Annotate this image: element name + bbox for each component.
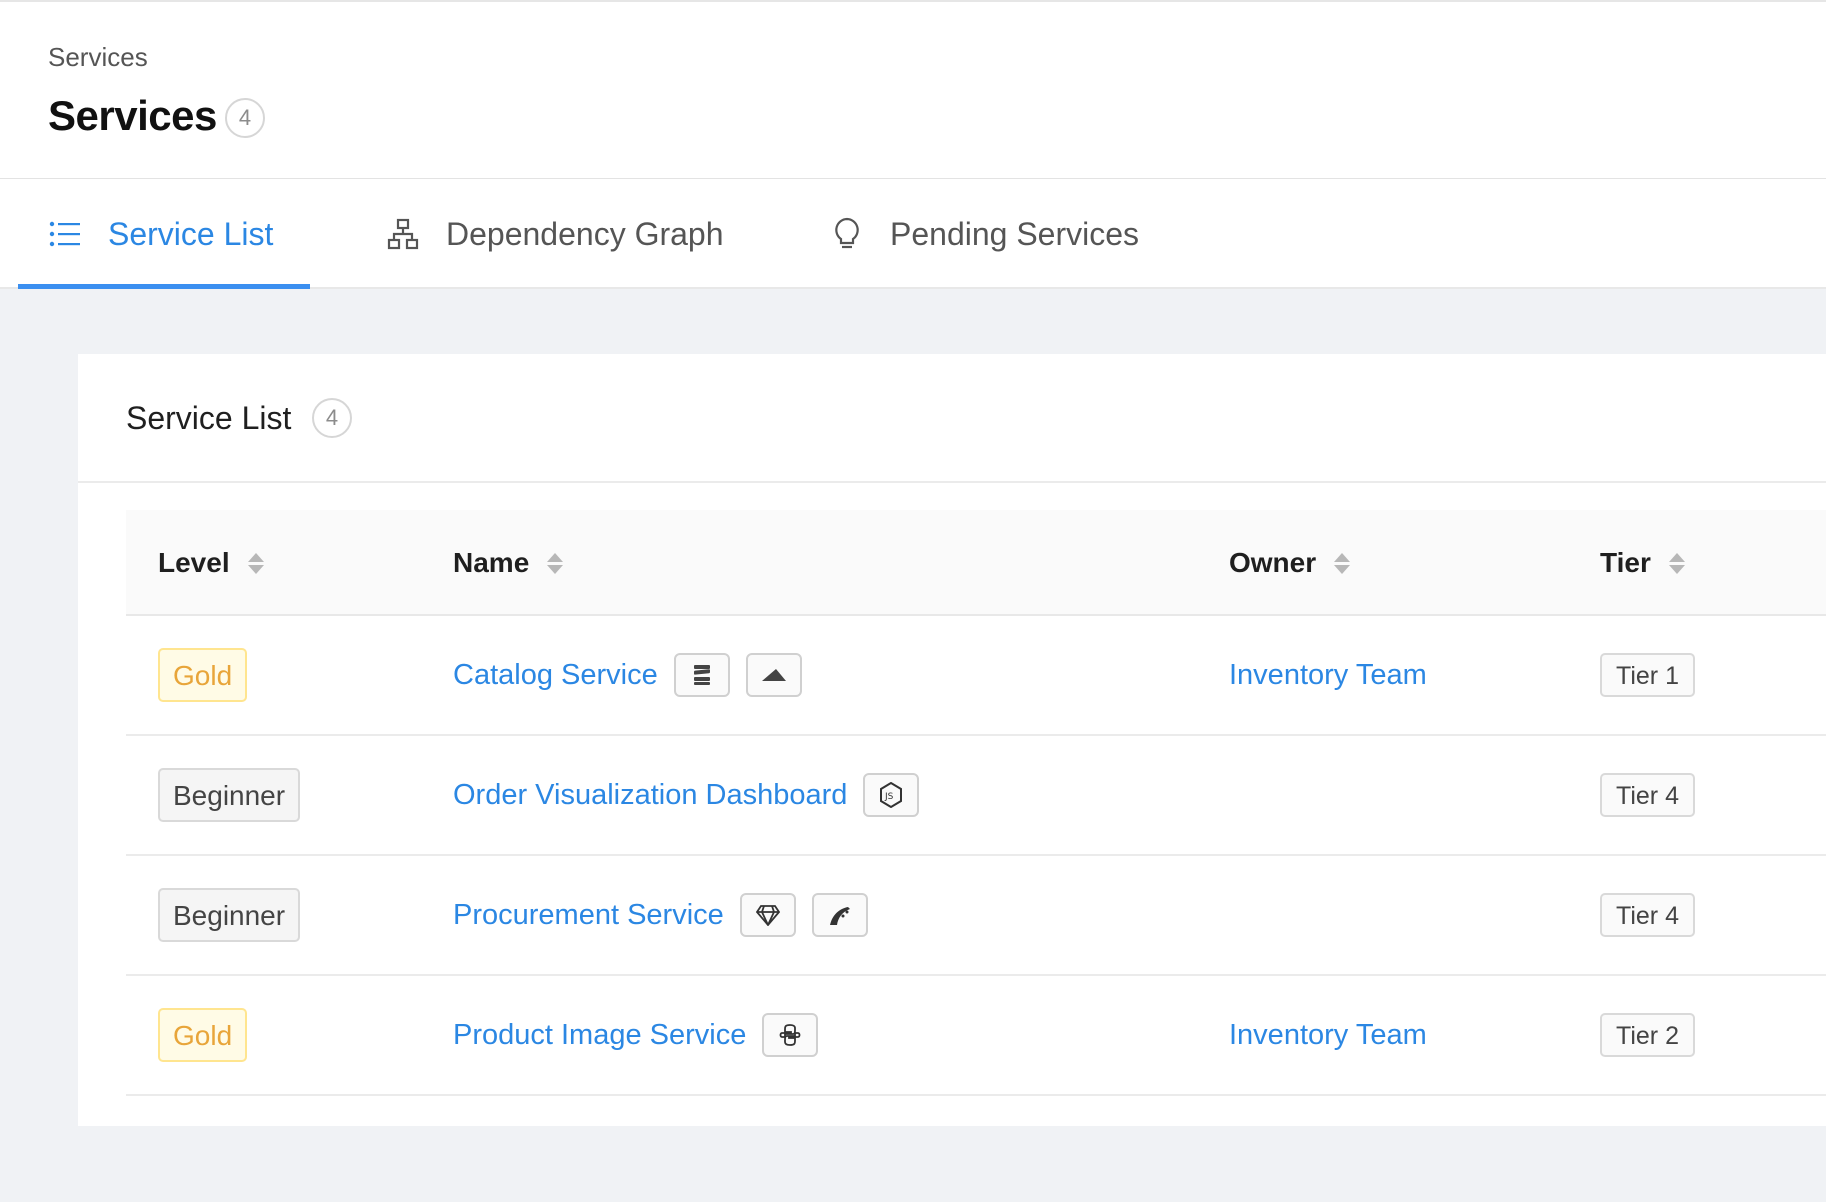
tier-tag: Tier 1 <box>1600 653 1695 697</box>
level-tag: Beginner <box>158 768 301 822</box>
svg-text:JS: JS <box>884 792 894 802</box>
card-header: Service List 4 <box>78 354 1826 483</box>
active-tab-indicator <box>18 284 310 289</box>
column-header-tier[interactable]: Tier <box>1600 510 1685 616</box>
service-name-link[interactable]: Catalog Service <box>453 659 658 692</box>
rails-icon <box>811 893 868 937</box>
owner-link[interactable]: Inventory Team <box>1229 1019 1427 1052</box>
card-title: Service List <box>126 400 292 436</box>
list-icon <box>48 217 82 251</box>
aws-lambda-icon <box>745 653 802 697</box>
column-header-name[interactable]: Name <box>453 510 564 616</box>
sort-icon[interactable] <box>247 552 264 574</box>
table-row: Beginner Order Visualization Dashboard J… <box>126 736 1826 856</box>
table-row: Gold Product Image Service Inventory Tea… <box>126 976 1826 1096</box>
tab-label: Service List <box>108 215 274 252</box>
database-icon <box>673 653 730 697</box>
tab-bar: Service List Dependency Graph Pending Se… <box>0 179 1826 289</box>
column-label: Tier <box>1600 547 1651 578</box>
tab-label: Dependency Graph <box>446 215 724 252</box>
service-name-link[interactable]: Procurement Service <box>453 899 724 932</box>
services-table: Level Name Owner Tier Gold Catalog Servi… <box>126 510 1826 1096</box>
level-tag: Gold <box>158 1008 248 1062</box>
column-label: Name <box>453 547 530 578</box>
tab-dependency-graph[interactable]: Dependency Graph <box>386 179 724 289</box>
sort-icon[interactable] <box>1334 552 1351 574</box>
python-icon <box>762 1013 819 1057</box>
owner-link[interactable]: Inventory Team <box>1229 659 1427 692</box>
column-label: Owner <box>1229 547 1317 578</box>
sort-icon[interactable] <box>547 552 564 574</box>
level-tag: Gold <box>158 648 248 702</box>
nodejs-icon: JS <box>863 773 920 817</box>
tab-label: Pending Services <box>890 215 1140 252</box>
tier-tag: Tier 4 <box>1600 773 1695 817</box>
ruby-icon <box>739 893 796 937</box>
page-title: Services <box>48 92 217 139</box>
sort-icon[interactable] <box>1668 552 1685 574</box>
tab-pending-services[interactable]: Pending Services <box>830 179 1139 289</box>
service-list-count-badge: 4 <box>312 398 352 438</box>
table-row: Beginner Procurement Service Tier 4 <box>126 856 1826 976</box>
column-header-level[interactable]: Level <box>158 510 264 616</box>
service-name-link[interactable]: Order Visualization Dashboard <box>453 779 847 812</box>
tier-tag: Tier 2 <box>1600 1013 1695 1057</box>
breadcrumb[interactable]: Services <box>48 42 148 73</box>
table-row: Gold Catalog Service Inventory Team Tier… <box>126 616 1826 736</box>
column-header-owner[interactable]: Owner <box>1229 510 1351 616</box>
services-count-badge: 4 <box>225 98 265 138</box>
tab-service-list[interactable]: Service List <box>48 179 273 289</box>
column-label: Level <box>158 547 230 578</box>
lightbulb-icon <box>830 217 864 251</box>
tier-tag: Tier 4 <box>1600 893 1695 937</box>
hierarchy-icon <box>386 217 420 251</box>
service-list-card: Service List 4 Level Name Owner Tier Gol… <box>78 354 1826 1126</box>
level-tag: Beginner <box>158 888 301 942</box>
service-name-link[interactable]: Product Image Service <box>453 1019 746 1052</box>
table-header: Level Name Owner Tier <box>126 510 1826 616</box>
page-header: Services Services 4 <box>0 0 1826 179</box>
